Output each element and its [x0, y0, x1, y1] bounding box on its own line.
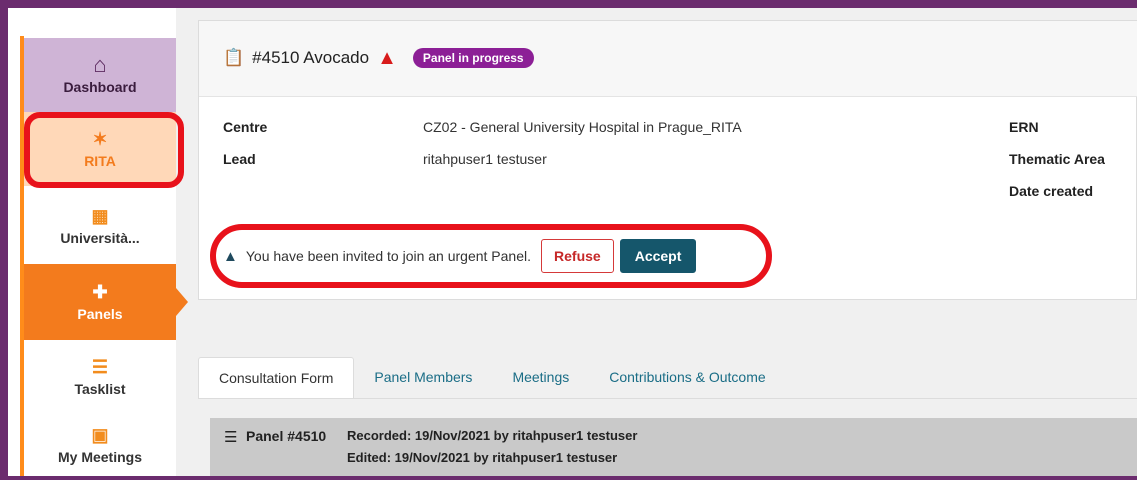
- sidebar-item-panels[interactable]: ✚ Panels: [24, 264, 176, 340]
- sidebar-item-tasklist[interactable]: ☰ Tasklist: [24, 340, 176, 414]
- recorded-text: Recorded: 19/Nov/2021 by ritahpuser1 tes…: [347, 428, 638, 443]
- building-icon: ▦: [91, 206, 109, 226]
- sidebar-item-label: Dashboard: [63, 79, 137, 95]
- centre-label: Centre: [223, 119, 268, 135]
- panel-title-row: 📋 #4510 Avocado ▲ Panel in progress: [223, 48, 534, 68]
- annotation-highlight-invite: [210, 224, 772, 288]
- tab-contributions-outcome[interactable]: Contributions & Outcome: [589, 357, 785, 399]
- clipboard-plus-icon: ✚: [92, 282, 108, 302]
- annotation-highlight-rita: [24, 112, 184, 188]
- date-created-label: Date created: [1009, 183, 1094, 199]
- panel-header: 📋 #4510 Avocado ▲ Panel in progress: [199, 21, 1137, 97]
- window-frame-left: [0, 0, 8, 480]
- sidebar-item-dashboard[interactable]: ⌂ Dashboard: [24, 38, 176, 112]
- record-title: Panel #4510: [246, 428, 327, 444]
- tabs-divider: [198, 398, 1137, 399]
- home-icon: ⌂: [93, 52, 107, 77]
- window-frame-top: [0, 0, 1137, 8]
- panel-tabs: Consultation Form Panel Members Meetings…: [198, 357, 786, 399]
- tab-meetings[interactable]: Meetings: [492, 357, 589, 399]
- warning-icon: ▲: [377, 47, 397, 69]
- thematic-area-label: Thematic Area: [1009, 151, 1105, 167]
- calendar-icon: ▣: [91, 425, 109, 445]
- sidebar-item-label: Università...: [60, 230, 140, 246]
- centre-value: CZ02 - General University Hospital in Pr…: [423, 119, 742, 135]
- sidebar-item-universita[interactable]: ▦ Università...: [24, 188, 176, 264]
- lead-label: Lead: [223, 151, 256, 167]
- list-icon: ☰: [224, 429, 238, 446]
- sidebar-item-label: Tasklist: [74, 381, 126, 397]
- tab-consultation-form[interactable]: Consultation Form: [198, 357, 355, 399]
- active-indicator-arrow: [176, 288, 188, 316]
- status-badge: Panel in progress: [412, 48, 534, 68]
- edited-text: Edited: 19/Nov/2021 by ritahpuser1 testu…: [347, 450, 618, 465]
- checklist-icon: ☰: [91, 357, 109, 377]
- sidebar-item-label: My Meetings: [57, 449, 142, 465]
- sidebar-item-label: Panels: [77, 306, 123, 322]
- ern-label: ERN: [1009, 119, 1039, 135]
- sidebar-item-my-meetings[interactable]: ▣ My Meetings: [24, 414, 176, 476]
- panel-title: #4510 Avocado: [252, 48, 370, 67]
- window-frame-bottom: [0, 476, 1137, 480]
- clipboard-icon: 📋: [223, 48, 245, 67]
- lead-value: ritahpuser1 testuser: [423, 151, 547, 167]
- record-info-bar: ☰ Panel #4510 Recorded: 19/Nov/2021 by r…: [210, 418, 1137, 476]
- tab-panel-members[interactable]: Panel Members: [354, 357, 492, 399]
